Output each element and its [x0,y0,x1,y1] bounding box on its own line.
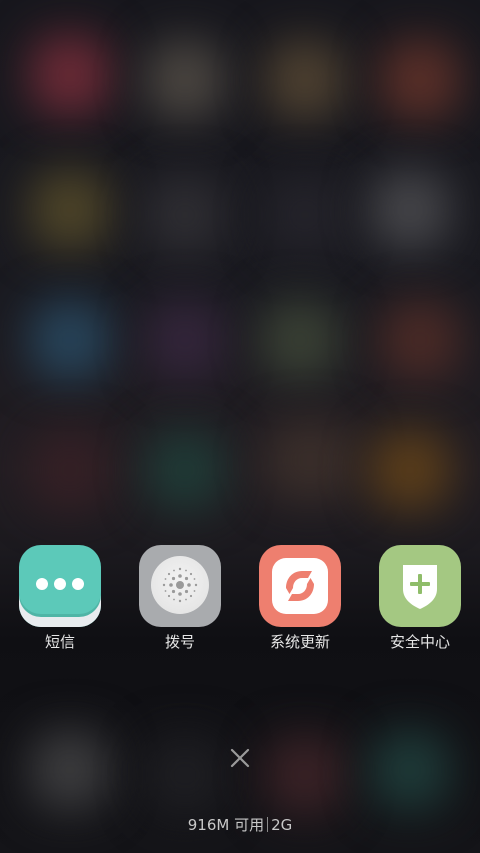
recent-apps-screen: 短信 拨号 系统更新 安全中心 916M 可用 2G [0,0,480,853]
system-update-icon [259,545,341,627]
close-x-icon[interactable] [224,742,256,774]
app-label-security-center: 安全中心 [389,633,450,651]
recent-app-dialer[interactable]: 拨号 [120,545,240,655]
app-label-system-update: 系统更新 [269,633,330,651]
memory-free-text: 916M 可用 [187,816,265,834]
sms-dots-icon [19,545,101,627]
memory-total-text: 2G [271,816,293,834]
memory-divider [267,817,269,832]
app-label-sms: 短信 [44,633,75,651]
app-label-dialer: 拨号 [164,633,195,651]
recent-app-sms[interactable]: 短信 [0,545,120,655]
recent-app-security-center[interactable]: 安全中心 [360,545,480,655]
dialer-keypad-icon [139,545,221,627]
memory-status: 916M 可用 2G [0,815,480,835]
blurred-home-background [0,0,480,853]
security-shield-icon [379,545,461,627]
recent-app-system-update[interactable]: 系统更新 [240,545,360,655]
recent-apps-row: 短信 拨号 系统更新 安全中心 [0,545,480,655]
